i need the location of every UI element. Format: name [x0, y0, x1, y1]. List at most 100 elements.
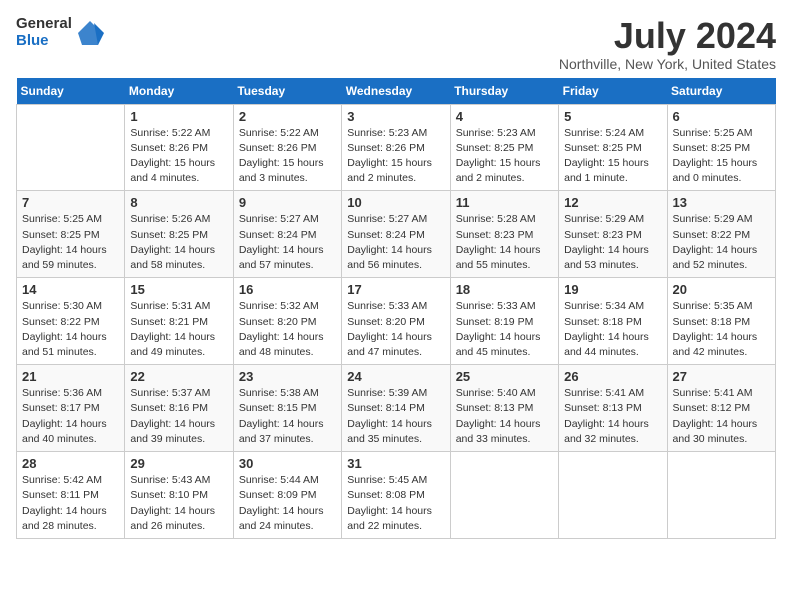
calendar-week-row: 14 Sunrise: 5:30 AMSunset: 8:22 PMDayligh…	[17, 278, 776, 365]
calendar-cell: 19Sunrise: 5:34 AMSunset: 8:18 PMDayligh…	[559, 278, 667, 365]
cell-sun-info: Sunrise: 5:23 AMSunset: 8:25 PMDaylight:…	[456, 126, 553, 187]
day-number: 7	[22, 195, 119, 210]
day-number: 25	[456, 369, 553, 384]
day-number: 1	[130, 109, 227, 124]
calendar-cell: 25 Sunrise: 5:40 AMSunset: 8:13 PMDayligh…	[450, 365, 558, 452]
calendar-cell: 23Sunrise: 5:38 AMSunset: 8:15 PMDayligh…	[233, 365, 341, 452]
cell-sun-info: Sunrise: 5:27 AMSunset: 8:24 PMDaylight:…	[347, 212, 444, 273]
cell-sun-info: Sunrise: 5:31 AMSunset: 8:21 PMDaylight:…	[130, 299, 227, 360]
calendar-week-row: 1 Sunrise: 5:22 AMSunset: 8:26 PMDaylight…	[17, 104, 776, 191]
cell-sun-info: Sunrise: 5:40 AMSunset: 8:13 PMDaylight:…	[456, 386, 553, 447]
calendar-cell: 1 Sunrise: 5:22 AMSunset: 8:26 PMDaylight…	[125, 104, 233, 191]
logo-blue-text: Blue	[16, 33, 72, 50]
day-number: 4	[456, 109, 553, 124]
day-number: 22	[130, 369, 227, 384]
cell-sun-info: Sunrise: 5:38 AMSunset: 8:15 PMDaylight:…	[239, 386, 336, 447]
calendar-cell: 13Sunrise: 5:29 AMSunset: 8:22 PMDayligh…	[667, 191, 775, 278]
day-number: 27	[673, 369, 770, 384]
day-number: 28	[22, 456, 119, 471]
cell-sun-info: Sunrise: 5:25 AMSunset: 8:25 PMDaylight:…	[22, 212, 119, 273]
calendar-cell	[450, 452, 558, 539]
cell-sun-info: Sunrise: 5:30 AMSunset: 8:22 PMDaylight:…	[22, 299, 119, 360]
cell-sun-info: Sunrise: 5:39 AMSunset: 8:14 PMDaylight:…	[347, 386, 444, 447]
calendar-cell: 24 Sunrise: 5:39 AMSunset: 8:14 PMDayligh…	[342, 365, 450, 452]
weekday-header-row: SundayMondayTuesdayWednesdayThursdayFrid…	[17, 78, 776, 105]
calendar-cell	[17, 104, 125, 191]
weekday-header-monday: Monday	[125, 78, 233, 105]
cell-sun-info: Sunrise: 5:35 AMSunset: 8:18 PMDaylight:…	[673, 299, 770, 360]
calendar-cell: 9 Sunrise: 5:27 AMSunset: 8:24 PMDaylight…	[233, 191, 341, 278]
calendar-cell: 11Sunrise: 5:28 AMSunset: 8:23 PMDayligh…	[450, 191, 558, 278]
day-number: 14	[22, 282, 119, 297]
day-number: 9	[239, 195, 336, 210]
weekday-header-wednesday: Wednesday	[342, 78, 450, 105]
calendar-week-row: 7 Sunrise: 5:25 AMSunset: 8:25 PMDaylight…	[17, 191, 776, 278]
day-number: 24	[347, 369, 444, 384]
cell-sun-info: Sunrise: 5:27 AMSunset: 8:24 PMDaylight:…	[239, 212, 336, 273]
cell-sun-info: Sunrise: 5:43 AMSunset: 8:10 PMDaylight:…	[130, 473, 227, 534]
calendar-cell: 6 Sunrise: 5:25 AMSunset: 8:25 PMDaylight…	[667, 104, 775, 191]
calendar-cell: 31 Sunrise: 5:45 AMSunset: 8:08 PMDayligh…	[342, 452, 450, 539]
calendar-cell: 20 Sunrise: 5:35 AMSunset: 8:18 PMDayligh…	[667, 278, 775, 365]
location-text: Northville, New York, United States	[559, 56, 776, 72]
day-number: 3	[347, 109, 444, 124]
day-number: 20	[673, 282, 770, 297]
calendar-cell: 27 Sunrise: 5:41 AMSunset: 8:12 PMDayligh…	[667, 365, 775, 452]
calendar-cell: 3 Sunrise: 5:23 AMSunset: 8:26 PMDaylight…	[342, 104, 450, 191]
calendar-cell: 16 Sunrise: 5:32 AMSunset: 8:20 PMDayligh…	[233, 278, 341, 365]
day-number: 31	[347, 456, 444, 471]
cell-sun-info: Sunrise: 5:45 AMSunset: 8:08 PMDaylight:…	[347, 473, 444, 534]
day-number: 12	[564, 195, 661, 210]
calendar-week-row: 21 Sunrise: 5:36 AMSunset: 8:17 PMDayligh…	[17, 365, 776, 452]
month-title: July 2024	[559, 16, 776, 56]
calendar-cell: 26Sunrise: 5:41 AMSunset: 8:13 PMDayligh…	[559, 365, 667, 452]
day-number: 26	[564, 369, 661, 384]
calendar-cell: 8 Sunrise: 5:26 AMSunset: 8:25 PMDaylight…	[125, 191, 233, 278]
calendar-cell: 15Sunrise: 5:31 AMSunset: 8:21 PMDayligh…	[125, 278, 233, 365]
day-number: 11	[456, 195, 553, 210]
cell-sun-info: Sunrise: 5:22 AMSunset: 8:26 PMDaylight:…	[239, 126, 336, 187]
cell-sun-info: Sunrise: 5:41 AMSunset: 8:12 PMDaylight:…	[673, 386, 770, 447]
day-number: 16	[239, 282, 336, 297]
calendar-cell: 12 Sunrise: 5:29 AMSunset: 8:23 PMDayligh…	[559, 191, 667, 278]
day-number: 18	[456, 282, 553, 297]
cell-sun-info: Sunrise: 5:33 AMSunset: 8:19 PMDaylight:…	[456, 299, 553, 360]
weekday-header-sunday: Sunday	[17, 78, 125, 105]
cell-sun-info: Sunrise: 5:25 AMSunset: 8:25 PMDaylight:…	[673, 126, 770, 187]
cell-sun-info: Sunrise: 5:33 AMSunset: 8:20 PMDaylight:…	[347, 299, 444, 360]
calendar-table: SundayMondayTuesdayWednesdayThursdayFrid…	[16, 78, 776, 539]
calendar-cell: 2 Sunrise: 5:22 AMSunset: 8:26 PMDaylight…	[233, 104, 341, 191]
day-number: 2	[239, 109, 336, 124]
calendar-cell	[667, 452, 775, 539]
calendar-cell: 21 Sunrise: 5:36 AMSunset: 8:17 PMDayligh…	[17, 365, 125, 452]
weekday-header-saturday: Saturday	[667, 78, 775, 105]
cell-sun-info: Sunrise: 5:32 AMSunset: 8:20 PMDaylight:…	[239, 299, 336, 360]
logo-general-text: General	[16, 16, 72, 33]
calendar-week-row: 28 Sunrise: 5:42 AMSunset: 8:11 PMDayligh…	[17, 452, 776, 539]
weekday-header-tuesday: Tuesday	[233, 78, 341, 105]
cell-sun-info: Sunrise: 5:29 AMSunset: 8:23 PMDaylight:…	[564, 212, 661, 273]
day-number: 19	[564, 282, 661, 297]
day-number: 21	[22, 369, 119, 384]
weekday-header-friday: Friday	[559, 78, 667, 105]
day-number: 6	[673, 109, 770, 124]
cell-sun-info: Sunrise: 5:22 AMSunset: 8:26 PMDaylight:…	[130, 126, 227, 187]
cell-sun-info: Sunrise: 5:44 AMSunset: 8:09 PMDaylight:…	[239, 473, 336, 534]
day-number: 30	[239, 456, 336, 471]
calendar-cell: 22Sunrise: 5:37 AMSunset: 8:16 PMDayligh…	[125, 365, 233, 452]
calendar-cell: 30 Sunrise: 5:44 AMSunset: 8:09 PMDayligh…	[233, 452, 341, 539]
cell-sun-info: Sunrise: 5:42 AMSunset: 8:11 PMDaylight:…	[22, 473, 119, 534]
day-number: 5	[564, 109, 661, 124]
calendar-cell: 29Sunrise: 5:43 AMSunset: 8:10 PMDayligh…	[125, 452, 233, 539]
cell-sun-info: Sunrise: 5:23 AMSunset: 8:26 PMDaylight:…	[347, 126, 444, 187]
day-number: 10	[347, 195, 444, 210]
cell-sun-info: Sunrise: 5:36 AMSunset: 8:17 PMDaylight:…	[22, 386, 119, 447]
calendar-cell: 17Sunrise: 5:33 AMSunset: 8:20 PMDayligh…	[342, 278, 450, 365]
calendar-cell: 10 Sunrise: 5:27 AMSunset: 8:24 PMDayligh…	[342, 191, 450, 278]
cell-sun-info: Sunrise: 5:26 AMSunset: 8:25 PMDaylight:…	[130, 212, 227, 273]
calendar-cell: 4 Sunrise: 5:23 AMSunset: 8:25 PMDaylight…	[450, 104, 558, 191]
calendar-cell: 18 Sunrise: 5:33 AMSunset: 8:19 PMDayligh…	[450, 278, 558, 365]
cell-sun-info: Sunrise: 5:29 AMSunset: 8:22 PMDaylight:…	[673, 212, 770, 273]
day-number: 8	[130, 195, 227, 210]
calendar-cell	[559, 452, 667, 539]
